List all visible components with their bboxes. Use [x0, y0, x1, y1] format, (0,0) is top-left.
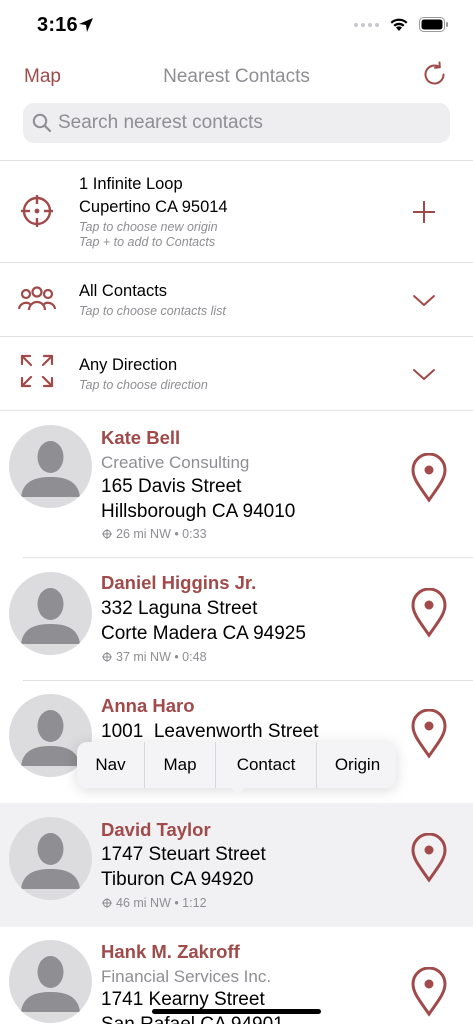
contact-city: Hillsborough CA 94010	[101, 501, 296, 522]
person-silhouette-icon	[21, 956, 80, 1012]
location-pin-icon[interactable]	[410, 967, 448, 1017]
menu-item-origin[interactable]: Origin	[317, 742, 398, 788]
origin-hint-add: Tap + to add to Contacts	[79, 235, 216, 249]
status-bar: 3:16	[0, 0, 473, 52]
contact-company: Financial Services Inc.	[101, 967, 272, 986]
menu-item-map[interactable]: Map	[145, 742, 216, 788]
direction-label: Any Direction	[79, 356, 178, 374]
contact-street: 165 Davis Street	[101, 476, 242, 497]
context-menu-arrow	[229, 786, 247, 795]
origin-address-line2: Cupertino CA 95014	[79, 198, 228, 216]
context-menu: Nav Map Contact Origin	[77, 742, 396, 788]
location-arrow-icon	[79, 18, 93, 32]
contacts-list-label: All Contacts	[79, 282, 168, 300]
avatar	[9, 572, 92, 655]
contact-street: 332 Laguna Street	[101, 598, 258, 619]
menu-item-contact[interactable]: Contact	[216, 742, 317, 788]
contact-row[interactable]: Daniel Higgins Jr. 332 Laguna Street Cor…	[0, 558, 473, 680]
contact-distance-text: 37 mi NW • 0:48	[116, 650, 207, 664]
origin-row[interactable]: 1 Infinite Loop Cupertino CA 95014 Tap t…	[0, 161, 473, 262]
direction-row[interactable]: Any Direction Tap to choose direction	[0, 337, 473, 410]
crosshair-icon	[102, 652, 112, 662]
crosshair-icon	[102, 898, 112, 908]
contact-name: Daniel Higgins Jr.	[101, 572, 257, 593]
contact-city: San Rafael CA 94901	[101, 1014, 284, 1024]
add-icon[interactable]	[411, 199, 437, 225]
contacts-list-row[interactable]: All Contacts Tap to choose contacts list	[0, 263, 473, 336]
contact-city: Corte Madera CA 94925	[101, 623, 306, 644]
menu-item-nav[interactable]: Nav	[77, 742, 145, 788]
crosshair-icon	[102, 529, 112, 539]
contact-distance: 26 mi NW • 0:33	[102, 527, 207, 541]
contact-company: Creative Consulting	[101, 453, 250, 472]
contact-distance: 37 mi NW • 0:48	[102, 650, 207, 664]
crosshair-icon	[21, 195, 53, 227]
contact-row-selected[interactable]: David Taylor 1747 Steuart Street Tiburon…	[0, 803, 473, 927]
search-bar	[23, 103, 450, 143]
contact-street: 1741 Kearny Street	[101, 989, 265, 1010]
expand-arrows-icon	[20, 354, 54, 388]
chevron-down-icon[interactable]	[411, 362, 437, 388]
page-title: Nearest Contacts	[163, 66, 310, 87]
avatar	[9, 940, 92, 1023]
search-icon	[32, 113, 52, 133]
contact-distance: 46 mi NW • 1:12	[102, 896, 207, 910]
contact-distance-text: 26 mi NW • 0:33	[116, 527, 207, 541]
battery-icon	[419, 17, 448, 32]
person-silhouette-icon	[21, 833, 80, 889]
navigation-bar: Map Nearest Contacts	[0, 52, 473, 100]
location-pin-icon[interactable]	[410, 453, 448, 503]
contact-name: David Taylor	[101, 819, 211, 840]
contact-row[interactable]: Kate Bell Creative Consulting 165 Davis …	[0, 411, 473, 557]
status-indicators	[354, 17, 449, 32]
contacts-list-hint: Tap to choose contacts list	[79, 304, 226, 318]
wifi-icon	[390, 18, 408, 31]
location-pin-icon[interactable]	[410, 588, 448, 638]
search-input[interactable]	[58, 103, 438, 143]
location-pin-icon[interactable]	[410, 833, 448, 883]
chevron-down-icon[interactable]	[411, 288, 437, 314]
contact-name: Hank M. Zakroff	[101, 941, 240, 962]
person-silhouette-icon	[21, 588, 80, 644]
people-group-icon	[17, 286, 57, 311]
signal-icon	[354, 22, 379, 27]
status-time: 3:16	[37, 14, 78, 36]
contact-name: Anna Haro	[101, 695, 195, 716]
contact-street: 1747 Steuart Street	[101, 844, 266, 865]
avatar	[9, 425, 92, 508]
contact-street: 1001 Leavenworth Street	[101, 721, 319, 742]
direction-hint: Tap to choose direction	[79, 378, 208, 392]
origin-hint-choose: Tap to choose new origin	[79, 220, 218, 234]
contact-distance-text: 46 mi NW • 1:12	[116, 896, 207, 910]
contact-name: Kate Bell	[101, 427, 181, 448]
avatar	[9, 817, 92, 900]
refresh-icon[interactable]	[421, 61, 449, 89]
location-pin-icon[interactable]	[410, 709, 448, 759]
origin-address-line1: 1 Infinite Loop	[79, 175, 183, 193]
home-indicator[interactable]	[152, 1009, 321, 1014]
contact-city: Tiburon CA 94920	[101, 869, 254, 890]
person-silhouette-icon	[21, 441, 80, 497]
